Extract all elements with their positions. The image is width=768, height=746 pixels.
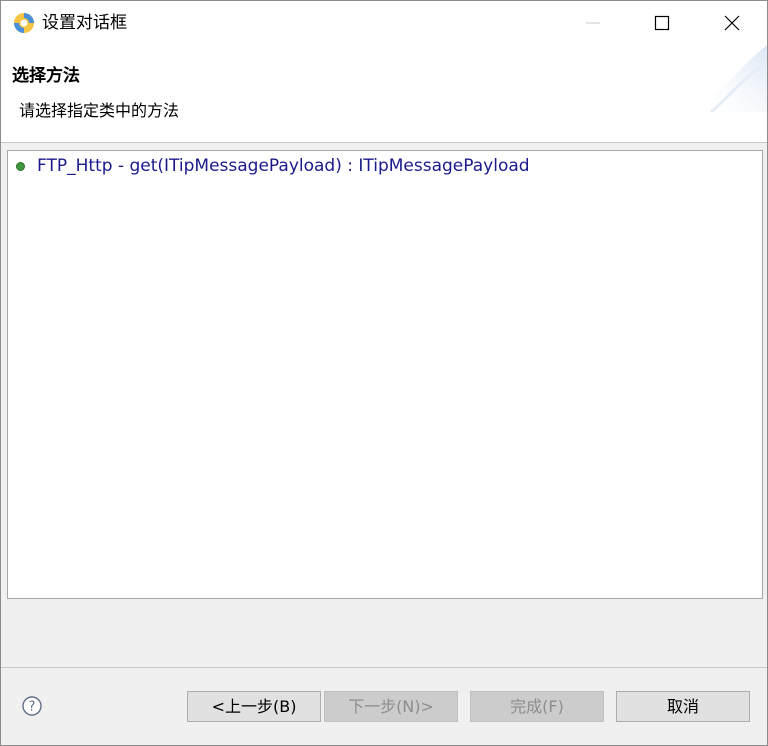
help-icon[interactable]: ? xyxy=(22,696,42,716)
close-button[interactable] xyxy=(697,1,767,45)
next-button[interactable]: 下一步(N)> xyxy=(324,691,458,722)
maximize-icon xyxy=(654,15,670,31)
close-icon xyxy=(724,15,740,31)
dialog-content: FTP_Http - get(ITipMessagePayload) : ITi… xyxy=(1,143,767,667)
cancel-button[interactable]: 取消 xyxy=(616,691,750,722)
page-description: 请选择指定类中的方法 xyxy=(19,101,180,120)
eclipse-app-icon xyxy=(14,13,34,33)
list-item[interactable]: FTP_Http - get(ITipMessagePayload) : ITi… xyxy=(16,155,530,177)
wizard-banner: 选择方法 请选择指定类中的方法 xyxy=(1,45,767,142)
button-bar: ? <上一步(B) 下一步(N)> 完成(F) 取消 xyxy=(1,668,767,745)
back-button[interactable]: <上一步(B) xyxy=(187,691,321,722)
method-list[interactable]: FTP_Http - get(ITipMessagePayload) : ITi… xyxy=(7,150,763,599)
title-bar[interactable]: 设置对话框 xyxy=(1,1,767,45)
method-label: FTP_Http - get(ITipMessagePayload) : ITi… xyxy=(37,156,530,176)
window-title: 设置对话框 xyxy=(42,13,127,33)
banner-decoration-graphic xyxy=(691,45,767,112)
minimize-icon xyxy=(586,22,600,24)
maximize-button[interactable] xyxy=(627,1,697,45)
finish-button[interactable]: 完成(F) xyxy=(470,691,604,722)
settings-dialog: 设置对话框 选择方法 请选择指定类中的方法 FTP_Http - get(ITi… xyxy=(0,0,768,746)
page-title: 选择方法 xyxy=(12,66,80,86)
minimize-button[interactable] xyxy=(558,1,628,45)
svg-text:?: ? xyxy=(29,700,36,715)
public-method-icon xyxy=(16,161,25,171)
